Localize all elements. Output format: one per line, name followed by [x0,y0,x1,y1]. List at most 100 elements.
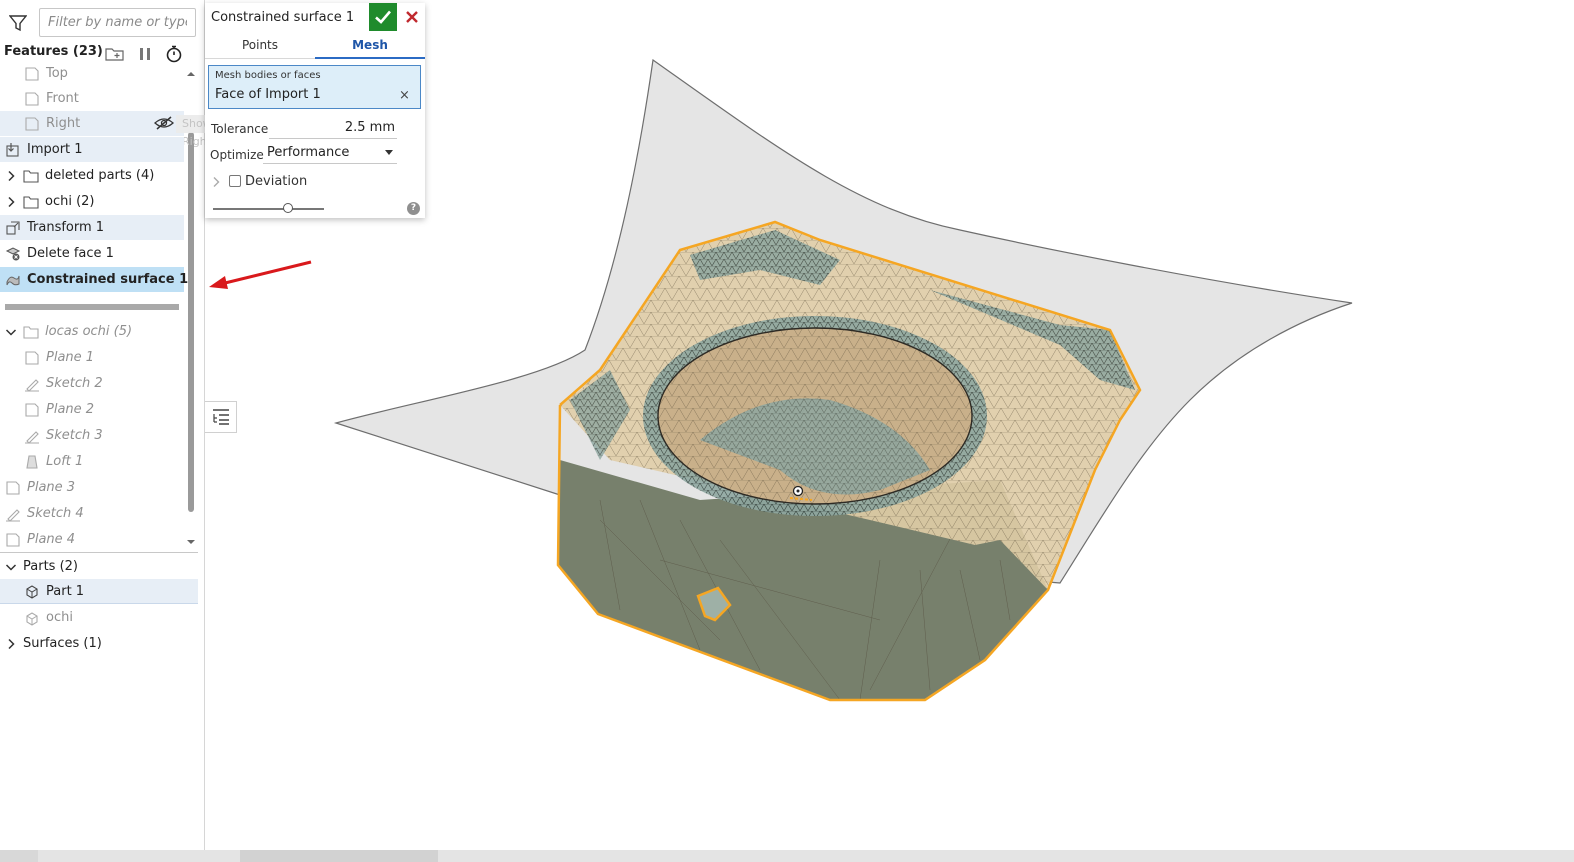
eye-hidden-icon[interactable] [154,115,174,131]
import-icon [5,142,21,158]
chevron-down-icon[interactable] [5,561,17,573]
tree-item-loft1[interactable]: Loft 1 [0,449,184,474]
chevron-right-icon[interactable] [5,170,17,182]
list-icon [211,408,231,426]
tree-item-label: Delete face 1 [27,246,114,261]
plane-icon [24,116,40,132]
tree-item-transform1[interactable]: Transform 1 [0,215,184,240]
tree-item-sketch4[interactable]: Sketch 4 [0,501,184,526]
parts-header[interactable]: Parts (2) [0,554,198,579]
tree-item-top[interactable]: Top [0,61,184,86]
folder-icon [23,194,39,210]
ok-button[interactable] [369,3,397,31]
plane-icon [24,402,40,418]
mesh-selection-field[interactable]: Mesh bodies or faces Face of Import 1 × [208,65,421,109]
tolerance-label: Tolerance [211,122,269,136]
tree-item-sketch2[interactable]: Sketch 2 [0,371,184,396]
scroll-down-icon[interactable] [186,538,196,546]
surfaces-header[interactable]: Surfaces (1) [0,631,198,656]
optimize-dropdown[interactable]: Performance [263,142,397,164]
feature-dialog: Constrained surface 1 Points Mesh Mesh b… [205,3,425,218]
tab-mesh[interactable]: Mesh [315,33,425,59]
sketch-icon [24,376,40,392]
clear-selection-icon[interactable]: × [399,88,410,103]
slider-thumb[interactable] [283,203,294,213]
chevron-down-icon[interactable] [5,326,17,338]
tree-item-label: Sketch 3 [46,428,103,443]
tolerance-input[interactable] [269,117,397,139]
tree-item-label: Parts (2) [23,559,78,574]
constrained-surface-icon [5,272,21,288]
tree-item-label: ochi [46,610,73,625]
mesh-field-label: Mesh bodies or faces [215,70,321,81]
tree-item-plane3[interactable]: Plane 3 [0,475,184,500]
transform-icon [5,220,21,236]
filter-icon[interactable] [9,14,27,32]
folder-icon [23,168,39,184]
rollback-bar[interactable] [5,304,179,310]
tree-folder-locas-ochi[interactable]: locas ochi (5) [0,319,184,344]
tree-item-label: deleted parts (4) [45,168,155,183]
sketch-icon [24,428,40,444]
bottom-tab[interactable] [240,850,438,862]
scrollbar-thumb[interactable] [188,132,194,512]
caret-down-icon [385,150,393,155]
plane-icon [24,350,40,366]
tree-item-label: Plane 2 [46,402,95,417]
tree-item-label: Part 1 [46,583,85,599]
deviation-checkbox[interactable] [229,175,241,187]
3d-viewport[interactable] [330,55,1360,715]
cancel-button[interactable] [399,3,425,31]
tree-item-label: Right [46,116,81,131]
tree-item-plane1[interactable]: Plane 1 [0,345,184,370]
tree-item-label: locas ochi (5) [45,324,133,339]
sketch-icon [5,506,21,522]
part-item-ochi[interactable]: ochi [0,605,198,630]
part-icon [24,583,40,599]
tree-item-plane2[interactable]: Plane 2 [0,397,184,422]
chevron-right-icon[interactable] [5,196,17,208]
part-item-part1[interactable]: Part 1 [0,579,198,604]
delete-face-icon [5,246,21,262]
tree-item-label: Top [46,66,68,81]
plane-icon [24,91,40,107]
tree-item-label: Plane 1 [46,350,95,365]
panel-divider [0,552,198,553]
bottom-tab[interactable] [0,850,38,862]
tree-item-label: Transform 1 [27,220,105,235]
feature-list-toggle-button[interactable] [205,401,237,433]
tree-item-label: ochi (2) [45,194,95,209]
tree-item-constrained-surface1[interactable]: Constrained surface 1 [0,267,188,292]
scroll-up-icon[interactable] [186,70,196,78]
checkmark-icon [374,8,392,26]
tree-item-import1[interactable]: Import 1 [0,137,184,162]
tree-item-front[interactable]: Front [0,86,184,111]
tree-item-delete-face1[interactable]: Delete face 1 [0,241,184,266]
bottom-tab-bar [0,850,1574,862]
plane-icon [5,480,21,496]
tree-item-label: Plane 3 [27,480,76,495]
chevron-right-icon[interactable] [211,176,221,188]
plane-icon [5,532,21,548]
optimize-value: Performance [267,145,350,160]
tree-item-label: Surfaces (1) [23,636,102,651]
close-icon [405,10,419,24]
tree-item-label: Front [46,91,79,106]
tree-item-plane4[interactable]: Plane 4 [0,527,184,552]
part-icon [24,610,40,626]
loft-icon [24,454,40,470]
tree-item-sketch3[interactable]: Sketch 3 [0,423,184,448]
filter-input[interactable] [39,8,196,37]
tree-item-right[interactable]: Right [0,111,184,136]
tree-folder-ochi[interactable]: ochi (2) [0,189,184,214]
help-icon[interactable]: ? [407,202,420,215]
tree-item-label: Import 1 [27,142,83,157]
tab-points[interactable]: Points [205,33,315,59]
slider-track[interactable] [213,208,324,210]
deviation-label: Deviation [245,174,308,189]
tree-item-label: Loft 1 [46,454,84,469]
tree-item-label: Plane 4 [27,532,76,547]
tree-folder-deleted-parts[interactable]: deleted parts (4) [0,163,184,188]
chevron-right-icon[interactable] [5,638,17,650]
tree-item-label: Constrained surface 1 [27,272,189,287]
